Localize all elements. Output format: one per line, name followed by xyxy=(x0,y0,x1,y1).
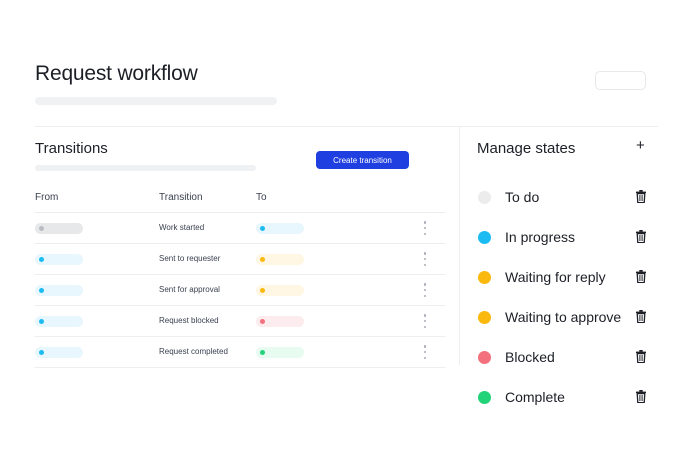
page-title: Request workflow xyxy=(35,62,198,85)
state-color-icon xyxy=(478,191,491,204)
from-state-pill xyxy=(35,223,83,234)
more-options-icon[interactable] xyxy=(423,345,427,359)
panel-divider xyxy=(459,127,460,365)
transitions-title: Transitions xyxy=(35,140,108,157)
more-options-icon[interactable] xyxy=(423,283,427,297)
from-state-pill xyxy=(35,316,83,327)
state-dot-icon xyxy=(260,319,265,324)
state-label: Blocked xyxy=(505,349,555,365)
state-dot-icon xyxy=(39,288,44,293)
state-dot-icon xyxy=(260,226,265,231)
from-state-pill xyxy=(35,254,83,265)
state-color-icon xyxy=(478,311,491,324)
state-label: Waiting for reply xyxy=(505,269,606,285)
title-description-placeholder xyxy=(35,97,277,105)
transition-label: Request blocked xyxy=(159,316,219,325)
trash-icon[interactable] xyxy=(636,190,646,203)
trash-icon[interactable] xyxy=(636,270,646,283)
state-dot-icon xyxy=(260,350,265,355)
state-color-icon xyxy=(478,391,491,404)
column-header-to: To xyxy=(256,192,267,203)
state-item: To do xyxy=(477,180,652,220)
manage-states-title: Manage states xyxy=(477,140,576,157)
state-item: In progress xyxy=(477,220,652,260)
state-dot-icon xyxy=(39,319,44,324)
state-color-icon xyxy=(478,231,491,244)
state-color-icon xyxy=(478,351,491,364)
more-options-icon[interactable] xyxy=(423,314,427,328)
more-options-icon[interactable] xyxy=(423,221,427,235)
to-state-pill xyxy=(256,316,304,327)
state-label: In progress xyxy=(505,229,576,245)
to-state-pill xyxy=(256,254,304,265)
states-list: To do In progress Waiting for reply Waiting… xyxy=(477,180,652,420)
header-action-button[interactable] xyxy=(595,71,646,90)
trash-icon[interactable] xyxy=(636,310,646,323)
trash-icon[interactable] xyxy=(636,350,646,363)
state-dot-icon xyxy=(260,288,265,293)
state-item: Complete xyxy=(477,380,652,420)
transitions-description-placeholder xyxy=(35,165,256,171)
state-dot-icon xyxy=(39,350,44,355)
trash-icon[interactable] xyxy=(636,390,646,403)
create-transition-button[interactable]: Create transition xyxy=(316,151,409,169)
to-state-pill xyxy=(256,347,304,358)
state-dot-icon xyxy=(39,257,44,262)
add-state-button[interactable]: + xyxy=(636,138,645,154)
state-item: Waiting to approve xyxy=(477,300,652,340)
table-row[interactable]: Sent for approval xyxy=(35,274,445,305)
table-row[interactable]: Sent to requester xyxy=(35,243,445,274)
transitions-table: Work started Sent to requester Sent for ap… xyxy=(35,212,445,368)
column-header-transition: Transition xyxy=(159,192,203,203)
state-color-icon xyxy=(478,271,491,284)
transition-label: Sent for approval xyxy=(159,285,220,294)
more-options-icon[interactable] xyxy=(423,252,427,266)
from-state-pill xyxy=(35,347,83,358)
transition-label: Sent to requester xyxy=(159,254,221,263)
transition-label: Request completed xyxy=(159,347,228,356)
table-row[interactable]: Request blocked xyxy=(35,305,445,336)
column-header-from: From xyxy=(35,192,59,203)
state-item: Waiting for reply xyxy=(477,260,652,300)
header-divider xyxy=(35,126,658,127)
table-row[interactable]: Work started xyxy=(35,212,445,243)
table-row[interactable]: Request completed xyxy=(35,336,445,368)
trash-icon[interactable] xyxy=(636,230,646,243)
from-state-pill xyxy=(35,285,83,296)
state-item: Blocked xyxy=(477,340,652,380)
state-dot-icon xyxy=(39,226,44,231)
plus-icon: + xyxy=(636,137,645,154)
to-state-pill xyxy=(256,285,304,296)
to-state-pill xyxy=(256,223,304,234)
transition-label: Work started xyxy=(159,223,205,232)
state-label: Complete xyxy=(505,389,565,405)
state-label: To do xyxy=(505,189,540,205)
state-label: Waiting to approve xyxy=(505,309,622,325)
state-dot-icon xyxy=(260,257,265,262)
